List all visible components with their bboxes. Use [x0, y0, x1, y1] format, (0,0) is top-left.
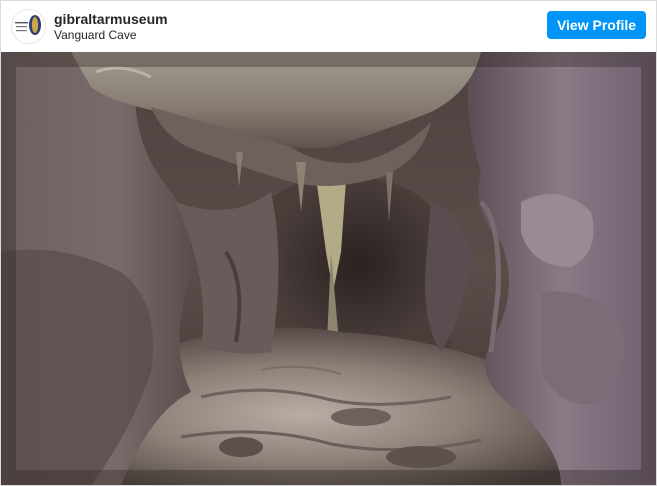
post-header: gibraltarmuseum Vanguard Cave View Profi…	[1, 1, 656, 51]
profile-avatar[interactable]	[11, 9, 46, 44]
view-profile-button[interactable]: View Profile	[547, 11, 646, 39]
post-photo[interactable]	[1, 52, 656, 485]
username-link[interactable]: gibraltarmuseum	[54, 11, 168, 27]
location-link[interactable]: Vanguard Cave	[54, 28, 137, 42]
cave-photo	[1, 52, 656, 485]
museum-logo-icon	[12, 10, 45, 43]
instagram-embed: gibraltarmuseum Vanguard Cave View Profi…	[0, 0, 657, 486]
